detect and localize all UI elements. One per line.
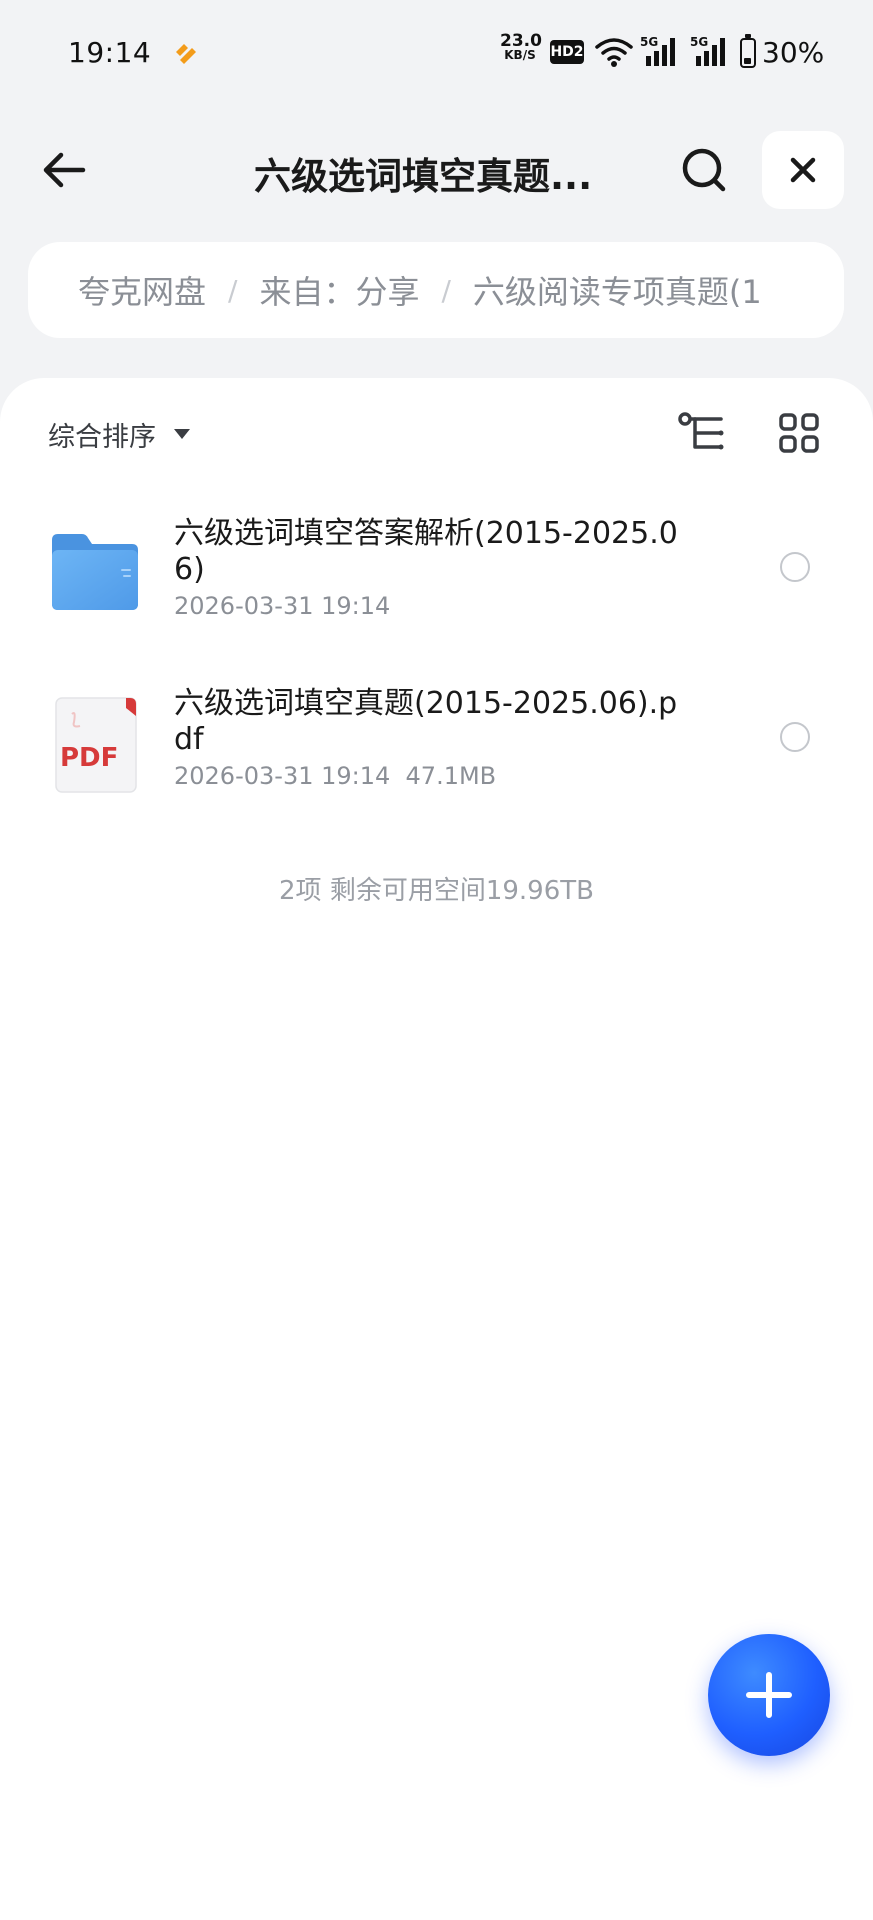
select-radio[interactable] — [780, 552, 810, 582]
select-radio[interactable] — [780, 722, 810, 752]
file-name: 六级选词填空答案解析(2015-2025.06) — [174, 516, 678, 587]
battery-icon — [740, 34, 756, 68]
close-icon — [790, 157, 816, 183]
breadcrumb-fade — [788, 242, 844, 338]
cellular-signal-icon: 5G — [640, 34, 684, 68]
sort-label: 综合排序 — [48, 421, 156, 453]
arrow-left-icon — [43, 152, 86, 188]
quark-drive-page: 19:14 23.0 KB/S HD2 5G 5G 30% 六级选词填空真题..… — [0, 0, 873, 1920]
breadcrumb-separator: / — [228, 273, 238, 307]
tree-view-button[interactable] — [674, 408, 730, 458]
search-icon — [682, 148, 726, 192]
page-title: 六级选词填空真题... — [254, 155, 593, 198]
status-bar: 19:14 23.0 KB/S HD2 5G 5G 30% — [0, 0, 873, 104]
sort-dropdown[interactable]: 综合排序 — [48, 414, 190, 454]
hd-voice-badge: HD2 — [550, 40, 584, 64]
quark-app-icon — [170, 38, 200, 68]
signal-1-label: 5G — [640, 35, 658, 49]
breadcrumb-item-folder[interactable]: 六级阅读专项真题(1 — [473, 267, 762, 313]
file-list-item[interactable]: PDF 六级选词填空真题(2015-2025.06).pdf 2026-03-3… — [0, 678, 873, 828]
close-button[interactable] — [762, 131, 844, 209]
breadcrumb: 夸克网盘 / 来自：分享 / 六级阅读专项真题(1 — [28, 242, 844, 338]
breadcrumb-item-root[interactable]: 夸克网盘 — [78, 267, 206, 313]
status-time: 19:14 — [68, 36, 152, 69]
breadcrumb-item-share[interactable]: 来自：分享 — [259, 267, 419, 313]
add-button[interactable] — [708, 1634, 830, 1756]
grid-view-button[interactable] — [774, 408, 824, 458]
file-meta: 2026-03-31 19:14 — [174, 592, 391, 620]
caret-down-icon — [174, 429, 190, 439]
pdf-file-icon: PDF — [50, 696, 142, 793]
pdf-label: PDF — [60, 743, 118, 773]
back-button[interactable] — [32, 140, 96, 200]
search-button[interactable] — [672, 140, 736, 200]
file-name: 六级选词填空真题(2015-2025.06).pdf — [174, 686, 678, 757]
cellular-signal-icon-2: 5G — [690, 34, 734, 68]
grid-view-icon — [779, 413, 819, 453]
file-list-item[interactable]: 六级选词填空答案解析(2015-2025.06) 2026-03-31 19:1… — [0, 508, 873, 658]
wifi-icon — [594, 36, 634, 68]
breadcrumb-separator: / — [441, 273, 451, 307]
signal-2-label: 5G — [690, 35, 708, 49]
title-bar: 六级选词填空真题... — [0, 120, 873, 220]
file-meta: 2026-03-31 19:14 47.1MB — [174, 762, 497, 790]
network-speed: 23.0 KB/S — [500, 31, 542, 63]
plus-icon — [746, 1672, 792, 1718]
battery-percent: 30% — [762, 36, 825, 69]
storage-summary: 2项 剩余可用空间19.96TB — [279, 876, 594, 906]
folder-icon — [50, 526, 142, 618]
tree-view-icon — [678, 412, 724, 450]
